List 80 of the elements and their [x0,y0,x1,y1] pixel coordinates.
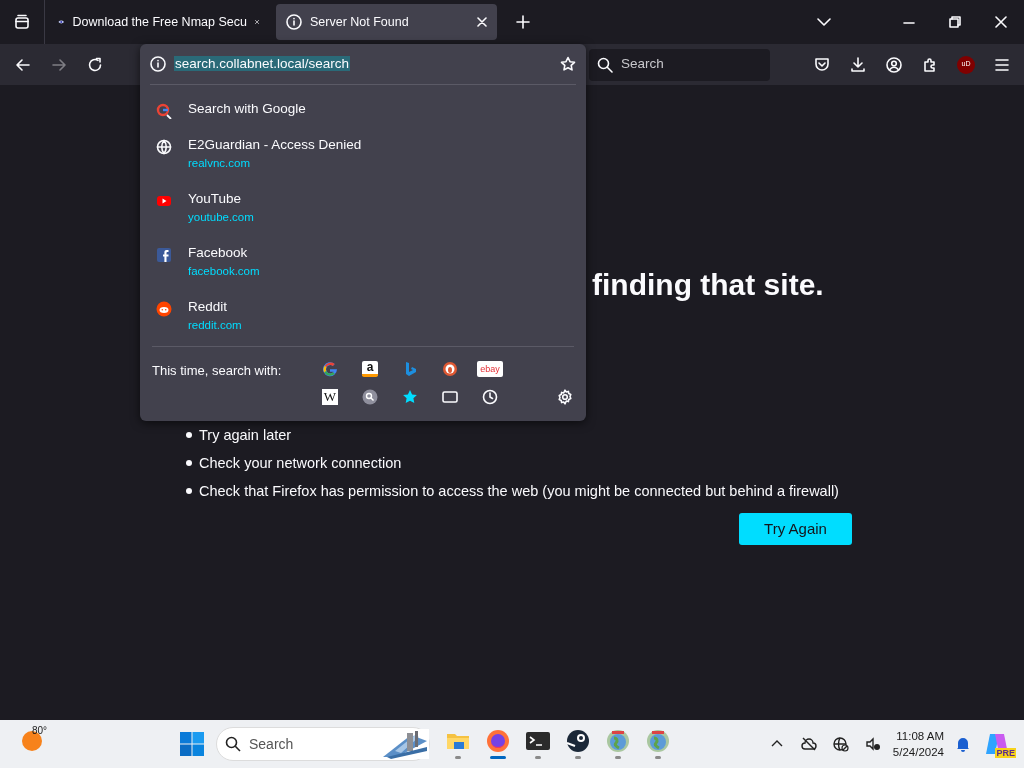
amazon-button[interactable]: a [362,361,378,377]
restore-icon [949,16,961,28]
tab-title: Server Not Found [310,13,410,31]
reload-icon [87,56,103,73]
suggestion-url: realvnc.com [188,156,251,172]
ebay-button[interactable]: ebay [477,361,503,377]
steam-icon [566,729,590,753]
globe-icon [606,729,630,753]
globe-off-icon [832,736,849,752]
google-icon[interactable] [322,361,338,377]
info-icon [286,14,302,30]
bullet [186,488,192,494]
puzzle-icon [922,56,938,73]
search-with-label: This time, search with: [152,363,282,378]
plus-icon [516,15,530,29]
account-icon [886,56,902,73]
search-field[interactable]: Search [589,48,770,81]
search-icon [597,56,613,73]
tip-text: Try again later [199,427,292,443]
settings-icon[interactable] [557,389,573,405]
clock-icon[interactable] [482,389,498,405]
clock-time[interactable]: 11:08 AM [896,728,944,744]
copilot-button[interactable]: PRE [978,728,1016,760]
taskbar-search-field[interactable]: Search [216,727,430,761]
reddit-icon [156,300,172,317]
terminal-icon [526,729,550,753]
tab-list-icon [14,14,30,30]
suggestion-title: YouTube [188,190,243,208]
browser-tab[interactable]: Download the Free Nmap Secu [48,4,269,40]
firefox-icon [486,729,510,753]
wikipedia-button[interactable]: W [322,389,338,405]
suggestion-item[interactable]: Search with Google [140,93,586,129]
back-arrow-icon [15,56,31,73]
forward-arrow-icon [51,56,67,73]
address-field[interactable]: search.collabnet.local/search [174,55,351,71]
star-icon[interactable] [402,389,418,405]
menu-icon [994,56,1010,73]
suggestion-url: reddit.com [188,318,242,334]
tab-title: Download the Free Nmap Secu [72,13,247,31]
suggestion-item[interactable]: Reddit reddit.com [140,291,586,345]
suggestion-item[interactable]: Facebook facebook.com [140,237,586,291]
clock-date[interactable]: 5/24/2024 [892,744,944,760]
tip-text: Check that Firefox has permission to access the web (you might be connected but behind a firewall) [199,483,839,499]
close-icon[interactable] [477,17,487,27]
download-icon [850,56,866,73]
close-icon [995,16,1007,28]
try-again-button[interactable]: Try Again [739,513,852,545]
suggestion-item[interactable]: YouTube youtube.com [140,183,586,237]
search-icon[interactable] [362,389,378,405]
weather-widget[interactable]: 80° [20,727,60,761]
temperature: 80° [32,724,48,738]
search-icon [156,102,172,119]
bell-icon [955,736,971,752]
pocket-icon [814,56,830,73]
suggestion-item[interactable]: E2Guardian - Access Denied realvnc.com [140,129,586,183]
bullet [186,432,192,438]
windows-icon [180,732,204,756]
error-heading: finding that site. [592,267,825,303]
search-icon [225,736,241,752]
cloud-off-icon [800,736,817,752]
close-icon[interactable] [254,17,259,27]
duck-icon[interactable] [442,361,458,377]
tab-icon[interactable] [442,389,458,405]
suggestion-url: youtube.com [188,210,254,226]
facebook-icon [156,246,172,263]
browser-tab[interactable]: Server Not Found [276,4,497,40]
suggestion-title: Reddit [188,298,229,316]
bullet [186,460,192,466]
bookmark-star-icon[interactable] [560,56,576,72]
tip-text: Check your network connection [199,455,402,471]
info-icon[interactable] [150,56,166,72]
suggestion-title: E2Guardian - Access Denied [188,136,362,154]
globe-icon [646,729,670,753]
pre-badge: PRE [995,748,1016,758]
chevron-down-icon [817,18,831,26]
suggestion-title: Search with Google [188,100,306,118]
globe-icon [156,138,172,155]
speaker-muted-icon [864,736,881,752]
suggestion-title: Facebook [188,244,249,262]
suggestion-url: facebook.com [188,264,260,280]
